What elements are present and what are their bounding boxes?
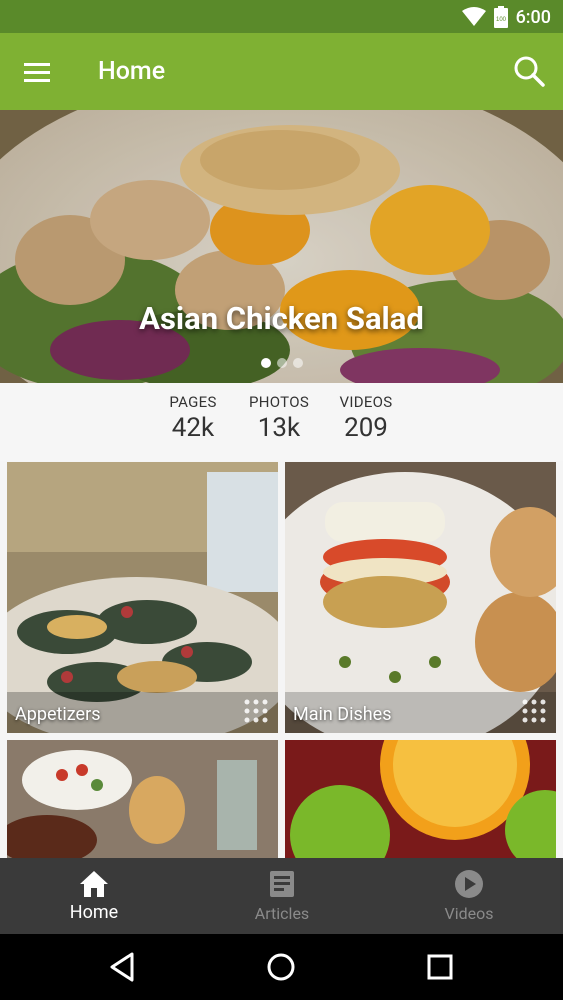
status-bar: 100 6:00: [0, 0, 563, 33]
page-title: Home: [98, 57, 166, 86]
stat-label: VIDEOS: [339, 393, 393, 411]
battery-icon: 100: [493, 6, 508, 28]
stat-label: PAGES: [169, 393, 217, 411]
stat-videos: VIDEOS 209: [333, 393, 399, 443]
hero-carousel[interactable]: Asian Chicken Salad: [0, 110, 563, 383]
grid-icon[interactable]: [520, 697, 548, 725]
nav-home[interactable]: Home: [0, 858, 188, 934]
nav-videos[interactable]: Videos: [375, 858, 563, 934]
stat-pages: PAGES 42k: [160, 393, 226, 443]
battery-level: 100: [496, 17, 507, 23]
category-image: [285, 462, 556, 733]
play-circle-icon: [455, 870, 483, 898]
home-icon: [80, 871, 108, 897]
category-tile[interactable]: [7, 740, 278, 858]
nav-articles[interactable]: Articles: [188, 858, 376, 934]
nav-label: Articles: [254, 904, 310, 923]
category-tile[interactable]: [285, 740, 556, 858]
category-label: Appetizers: [15, 704, 101, 725]
category-tile-appetizers[interactable]: Appetizers: [7, 462, 278, 733]
stat-photos: PHOTOS 13k: [242, 393, 316, 443]
stat-value: 13k: [257, 413, 301, 443]
wifi-icon: [461, 7, 486, 26]
category-label: Main Dishes: [293, 704, 392, 725]
menu-icon[interactable]: [20, 55, 56, 91]
carousel-dot[interactable]: [260, 358, 271, 368]
status-time: 6:00: [515, 6, 551, 28]
status-icons: 100 6:00: [461, 6, 551, 28]
stat-value: 42k: [171, 413, 215, 443]
bottom-navigation: Home Articles Videos: [0, 858, 563, 934]
system-navigation-bar: [0, 934, 563, 1000]
recents-icon[interactable]: [423, 950, 457, 984]
stat-value: 209: [344, 413, 388, 443]
hero-image: [0, 110, 563, 383]
category-image: [285, 740, 556, 858]
hero-title: Asian Chicken Salad: [139, 300, 424, 337]
articles-icon: [270, 871, 294, 897]
carousel-dot[interactable]: [292, 358, 303, 368]
category-tile-main-dishes[interactable]: Main Dishes: [285, 462, 556, 733]
home-circle-icon[interactable]: [264, 950, 298, 984]
carousel-dot[interactable]: [276, 358, 287, 368]
carousel-indicator: [0, 358, 563, 368]
nav-label: Videos: [444, 904, 494, 923]
stat-label: PHOTOS: [248, 393, 310, 411]
stats-row: PAGES 42k PHOTOS 13k VIDEOS 209: [0, 383, 563, 461]
app-bar: Home: [0, 33, 563, 110]
nav-label: Home: [69, 902, 119, 923]
category-image: [7, 462, 278, 733]
back-icon[interactable]: [106, 950, 140, 984]
search-icon[interactable]: [511, 53, 547, 89]
category-image: [7, 740, 278, 858]
grid-icon[interactable]: [242, 697, 270, 725]
